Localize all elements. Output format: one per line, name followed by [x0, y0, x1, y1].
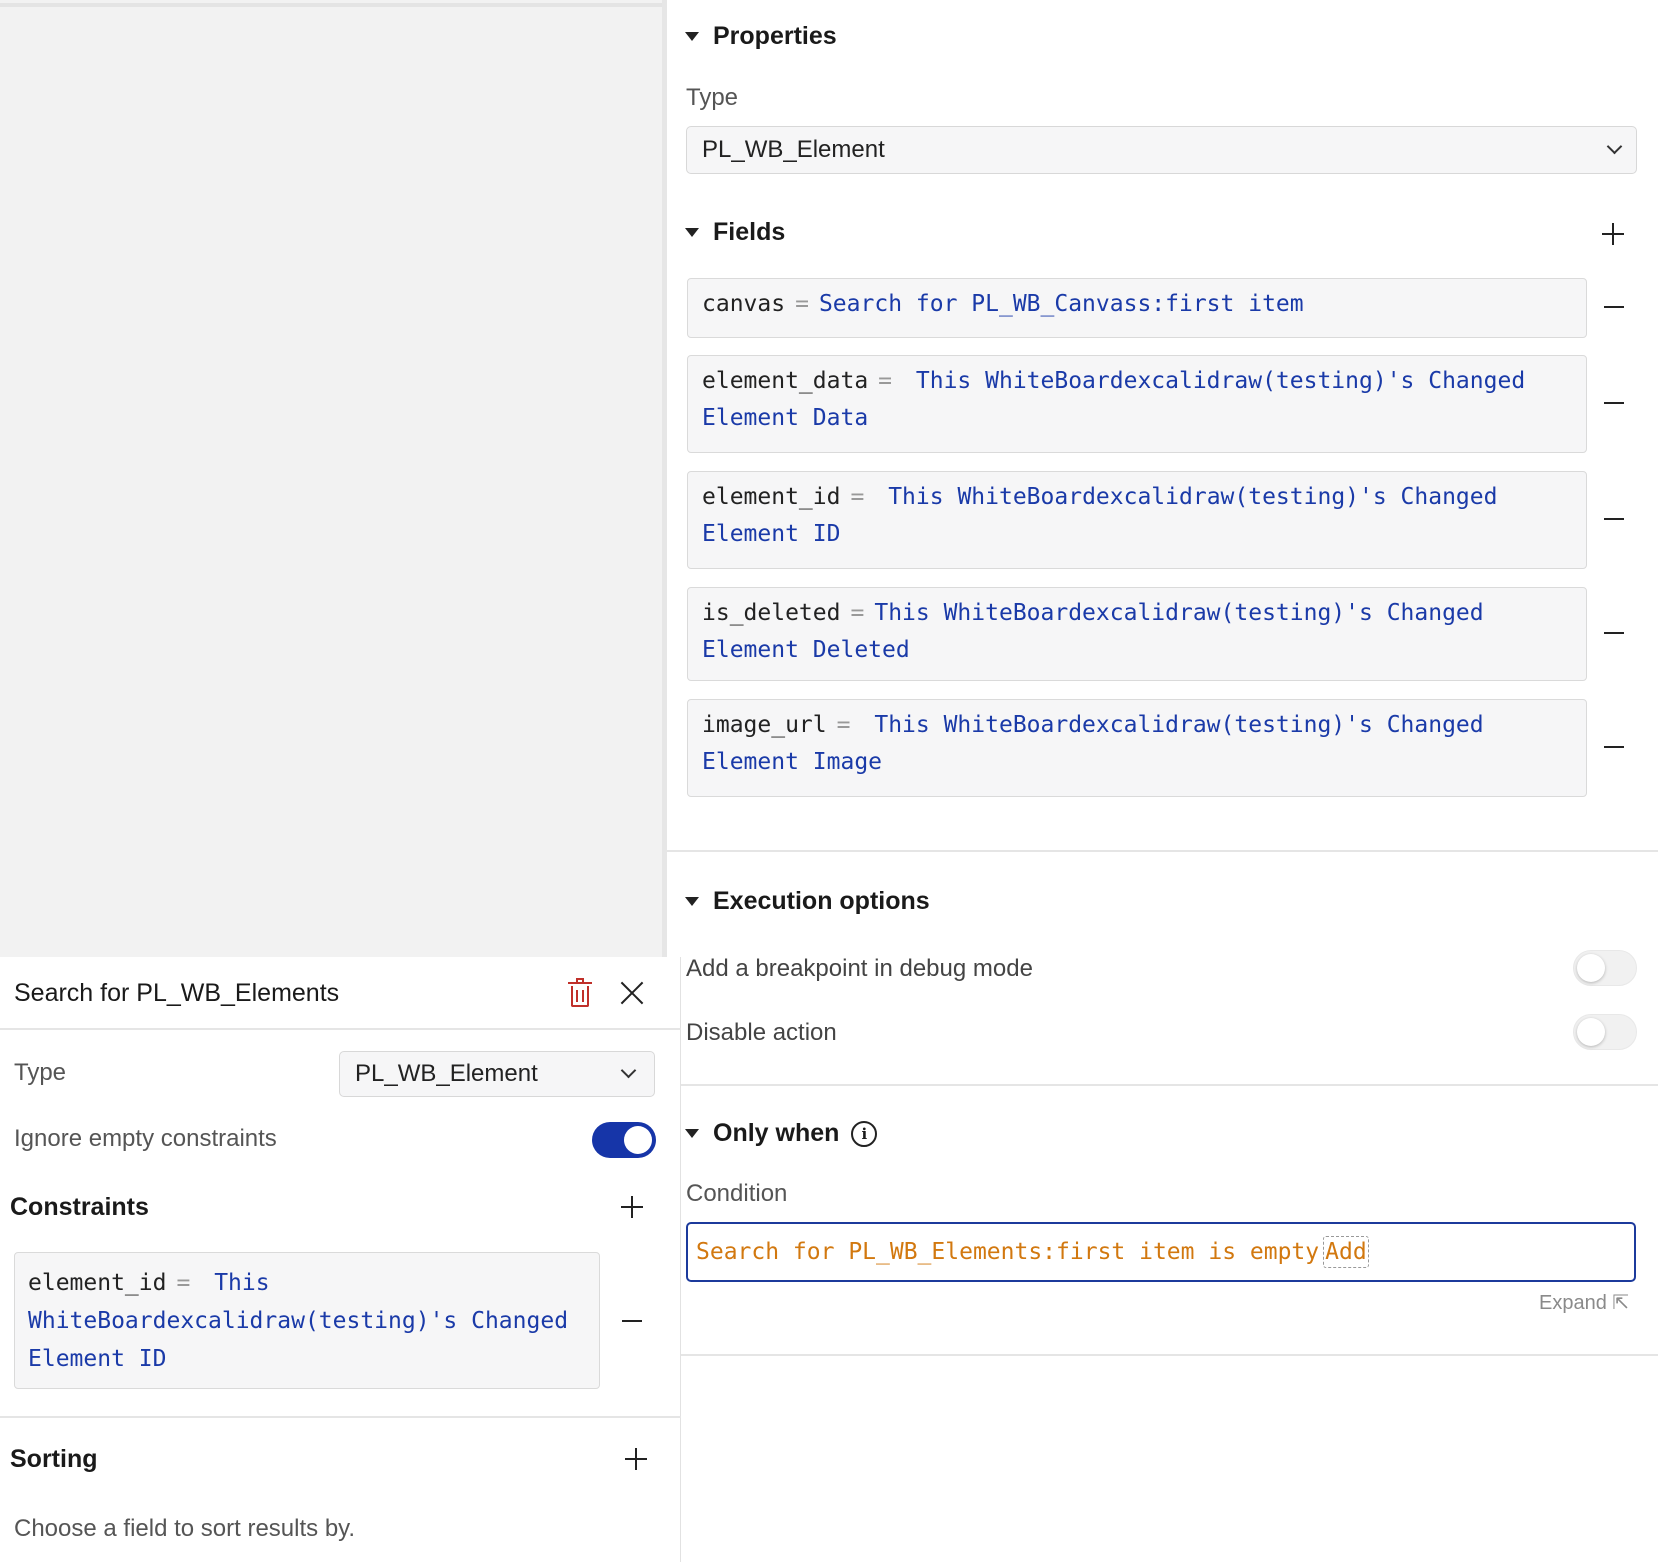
toggle-knob: [624, 1126, 652, 1154]
breakpoint-toggle[interactable]: [1573, 950, 1637, 986]
sorting-heading: Sorting: [10, 1445, 98, 1473]
field-row-canvas[interactable]: canvas = Search for PL_WB_Canvass:first it…: [687, 278, 1587, 338]
condition-input[interactable]: Search for PL_WB_Elements:first item is …: [686, 1222, 1636, 1282]
properties-section-header[interactable]: Properties: [685, 22, 837, 51]
popup-section-divider: [0, 1416, 681, 1418]
constraint-row[interactable]: element_id = This WhiteBoardexcalidraw(te…: [14, 1252, 600, 1389]
field-value[interactable]: Search for PL_WB_Canvass:first item: [819, 291, 1304, 317]
add-constraint-plus-icon[interactable]: [621, 1196, 643, 1218]
popup-title: Search for PL_WB_Elements: [14, 979, 340, 1007]
execution-heading: Execution options: [713, 887, 930, 915]
popup-type-dropdown[interactable]: PL_WB_Element: [339, 1051, 655, 1097]
popup-type-value: PL_WB_Element: [355, 1060, 538, 1087]
toggle-knob: [1577, 954, 1605, 982]
fields-heading: Fields: [713, 218, 786, 246]
caret-down-icon: [685, 228, 699, 237]
constraints-heading: Constraints: [10, 1193, 149, 1221]
chevron-down-icon: [620, 1062, 637, 1079]
caret-down-icon: [685, 897, 699, 906]
trash-icon[interactable]: [568, 978, 592, 1007]
add-condition-chip[interactable]: Add: [1323, 1236, 1369, 1268]
expand-link[interactable]: Expand ⇱: [1539, 1290, 1629, 1315]
breakpoint-label: Add a breakpoint in debug mode: [686, 955, 1033, 982]
field-name: element_data: [702, 368, 869, 394]
add-sorting-plus-icon[interactable]: [625, 1448, 647, 1470]
remove-field-minus-icon[interactable]: [1604, 746, 1624, 748]
toggle-knob: [1577, 1018, 1605, 1046]
caret-down-icon: [685, 1129, 699, 1138]
field-name: image_url: [702, 712, 827, 738]
field-row-image-url[interactable]: image_url = This WhiteBoardexcalidraw(tes…: [687, 699, 1587, 797]
disable-action-toggle[interactable]: [1573, 1014, 1637, 1050]
ignore-empty-label: Ignore empty constraints: [14, 1125, 277, 1152]
info-icon[interactable]: i: [851, 1120, 878, 1147]
type-label: Type: [686, 84, 739, 111]
sorting-hint: Choose a field to sort results by.: [14, 1515, 356, 1542]
field-name: canvas: [702, 291, 786, 317]
constraint-field-name: element_id: [28, 1270, 167, 1296]
remove-field-minus-icon[interactable]: [1604, 518, 1624, 520]
section-divider: [667, 1354, 1658, 1356]
field-row-is-deleted[interactable]: is_deleted = This WhiteBoardexcalidraw(tes…: [687, 587, 1587, 681]
only-when-heading: Only when: [713, 1119, 840, 1147]
property-editor-panel: Properties Type PL_WB_Element Fields can…: [667, 0, 1658, 1562]
close-icon[interactable]: [620, 981, 644, 1005]
popup-header-divider: [0, 1028, 681, 1030]
add-field-plus-icon[interactable]: [1602, 223, 1624, 245]
disable-action-label: Disable action: [686, 1019, 837, 1046]
chevron-down-icon: [1606, 138, 1623, 155]
canvas-area: [0, 0, 662, 957]
popup-type-label: Type: [14, 1059, 67, 1086]
ignore-empty-toggle[interactable]: [592, 1122, 656, 1158]
only-when-section-header[interactable]: Only when i: [685, 1119, 878, 1148]
field-row-element-data[interactable]: element_data = This WhiteBoardexcalidraw(…: [687, 355, 1587, 453]
type-dropdown-value: PL_WB_Element: [702, 136, 885, 163]
execution-section-header[interactable]: Execution options: [685, 887, 930, 916]
remove-field-minus-icon[interactable]: [1604, 402, 1624, 404]
remove-field-minus-icon[interactable]: [1604, 306, 1624, 308]
remove-constraint-minus-icon[interactable]: [622, 1320, 642, 1322]
field-name: element_id: [702, 484, 841, 510]
condition-expression[interactable]: Search for PL_WB_Elements:first item is …: [696, 1239, 1319, 1265]
remove-field-minus-icon[interactable]: [1604, 632, 1624, 634]
field-name: is_deleted: [702, 600, 841, 626]
condition-label: Condition: [686, 1180, 788, 1207]
canvas-top-border: [0, 3, 662, 7]
field-row-element-id[interactable]: element_id = This WhiteBoardexcalidraw(te…: [687, 471, 1587, 569]
section-divider: [667, 850, 1658, 852]
caret-down-icon: [685, 32, 699, 41]
fields-section-header[interactable]: Fields: [685, 218, 785, 247]
constraint-operator: =: [176, 1270, 191, 1296]
type-dropdown[interactable]: PL_WB_Element: [686, 126, 1637, 174]
properties-heading: Properties: [713, 22, 837, 50]
section-divider: [667, 1084, 1658, 1086]
